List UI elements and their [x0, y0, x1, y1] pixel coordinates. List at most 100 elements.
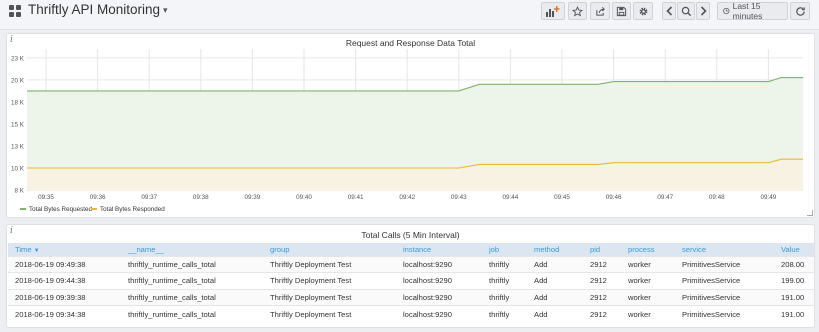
legend-label: Total Bytes Responded — [100, 206, 165, 213]
table-panel-title[interactable]: Total Calls (5 Min Interval) — [7, 230, 814, 240]
column-header-pid[interactable]: pid — [583, 243, 621, 256]
dashboard-title-text: Thriftly API Monitoring — [28, 2, 161, 17]
table-cell: thriftly — [489, 259, 510, 269]
x-tick-label: 09:49 — [761, 194, 777, 201]
dashboard-grid-icon[interactable] — [9, 5, 21, 17]
time-forward-button[interactable] — [696, 2, 710, 20]
table-cell: Thriftly Deployment Test — [270, 292, 352, 302]
column-header-group[interactable]: group — [263, 243, 396, 256]
table-cell: thriftly_runtime_calls_total — [128, 292, 216, 302]
clock-icon — [723, 7, 730, 15]
y-tick-label: 10 K — [11, 165, 25, 172]
table-cell: Thriftly Deployment Test — [270, 276, 352, 286]
table-panel: i Total Calls (5 Min Interval) Time ▼ __n… — [6, 224, 815, 328]
column-header-label: Time — [15, 244, 32, 254]
table-cell: Add — [534, 292, 548, 302]
y-tick-label: 23 K — [11, 55, 25, 62]
x-tick-label: 09:39 — [245, 194, 261, 201]
zoom-out-button[interactable] — [677, 2, 695, 20]
time-picker-button[interactable]: Last 15 minutes — [717, 1, 788, 21]
y-tick-label: 20 K — [11, 77, 25, 84]
time-back-button[interactable] — [662, 2, 676, 20]
column-header-method[interactable]: method — [527, 243, 583, 256]
sort-desc-icon: ▼ — [33, 247, 40, 254]
bar-chart-plus-icon — [546, 5, 560, 17]
table-cell: thriftly_runtime_calls_total — [128, 259, 216, 269]
table-cell: PrimitivesService — [682, 292, 741, 302]
calls-table: Time ▼ __name__ group instance job method… — [8, 243, 814, 322]
star-button[interactable] — [568, 2, 587, 20]
x-tick-label: 09:38 — [193, 194, 209, 201]
column-header-value[interactable]: Value — [774, 243, 814, 256]
x-tick-label: 09:47 — [657, 194, 673, 201]
top-navbar: Thriftly API Monitoring ▾ Last 15 minutes — [0, 0, 819, 30]
column-header-time[interactable]: Time ▼ — [8, 243, 121, 256]
table-cell: thriftly_runtime_calls_total — [128, 276, 216, 286]
chevron-left-icon — [665, 6, 672, 16]
table-header-row: Time ▼ __name__ group instance job method… — [8, 243, 814, 256]
table-cell: Add — [534, 309, 548, 319]
table-cell: localhost:9290 — [403, 309, 452, 319]
table-cell: 2912 — [590, 259, 607, 269]
table-cell: localhost:9290 — [403, 276, 452, 286]
column-header-instance[interactable]: instance — [396, 243, 482, 256]
table-row: 2018-06-19 09:44:38 thriftly_runtime_call… — [8, 272, 814, 290]
x-tick-label: 09:44 — [503, 194, 519, 201]
gear-icon — [639, 7, 647, 15]
table-cell: worker — [628, 259, 651, 269]
star-icon — [572, 5, 583, 16]
table-cell: PrimitivesService — [682, 276, 741, 286]
table-cell: 191.00 — [781, 309, 805, 319]
x-tick-label: 09:35 — [38, 194, 54, 201]
y-tick-label: 8 K — [15, 188, 25, 195]
refresh-button[interactable] — [790, 2, 810, 20]
table-row: 2018-06-19 09:39:38 thriftly_runtime_call… — [8, 289, 814, 306]
legend-label: Total Bytes Requested — [29, 206, 93, 213]
table-cell: Thriftly Deployment Test — [270, 259, 352, 269]
table-cell: 2018-06-19 09:44:38 — [15, 276, 86, 286]
table-cell: 2912 — [590, 292, 607, 302]
table-cell: PrimitivesService — [682, 309, 741, 319]
table-cell: 2018-06-19 09:34:38 — [15, 309, 86, 319]
x-tick-label: 09:36 — [90, 194, 106, 201]
table-cell: PrimitivesService — [682, 259, 741, 269]
column-header-process[interactable]: process — [621, 243, 675, 256]
column-header-service[interactable]: service — [675, 243, 774, 256]
panel-resize-handle[interactable] — [807, 210, 813, 216]
table-row: 2018-06-19 09:49:38 thriftly_runtime_call… — [8, 256, 814, 273]
x-tick-label: 09:40 — [296, 194, 312, 201]
share-button[interactable] — [590, 2, 610, 20]
table-cell: thriftly — [489, 309, 510, 319]
save-button[interactable] — [612, 2, 631, 20]
request-response-chart: 8 K 10 K 13 K 15 K 18 K 20 K 23 K 09:35 09:36 09:… — [11, 49, 803, 213]
table-cell: thriftly — [489, 292, 510, 302]
table-cell: 191.00 — [781, 292, 805, 302]
table-cell: localhost:9290 — [403, 292, 452, 302]
x-tick-label: 09:42 — [399, 194, 415, 201]
time-range-label: Last 15 minutes — [732, 1, 763, 21]
y-tick-label: 15 K — [11, 121, 25, 128]
table-cell: 2912 — [590, 309, 607, 319]
dashboard-title[interactable]: Thriftly API Monitoring ▾ — [28, 2, 168, 17]
table-cell: localhost:9290 — [403, 259, 452, 269]
x-tick-label: 09:48 — [709, 194, 725, 201]
table-cell: Add — [534, 259, 548, 269]
column-header-job[interactable]: job — [482, 243, 527, 256]
x-tick-label: 09:37 — [141, 194, 157, 201]
y-tick-label: 18 K — [11, 99, 25, 106]
column-header-name[interactable]: __name__ — [121, 243, 263, 256]
save-icon — [616, 6, 627, 16]
table-cell: thriftly — [489, 276, 510, 286]
graph-panel: i Request and Response Data Total 8 K 10 … — [6, 33, 815, 218]
add-panel-button[interactable] — [541, 2, 565, 20]
table-cell: 2018-06-19 09:49:38 — [15, 259, 86, 269]
search-icon — [681, 6, 691, 16]
table-cell: 2018-06-19 09:39:38 — [15, 292, 86, 302]
chevron-right-icon — [700, 6, 707, 16]
y-tick-label: 13 K — [11, 143, 25, 150]
table-cell: thriftly_runtime_calls_total — [128, 309, 216, 319]
settings-button[interactable] — [633, 2, 653, 20]
table-cell: worker — [628, 309, 651, 319]
x-tick-label: 09:41 — [348, 194, 364, 201]
table-cell: worker — [628, 276, 651, 286]
